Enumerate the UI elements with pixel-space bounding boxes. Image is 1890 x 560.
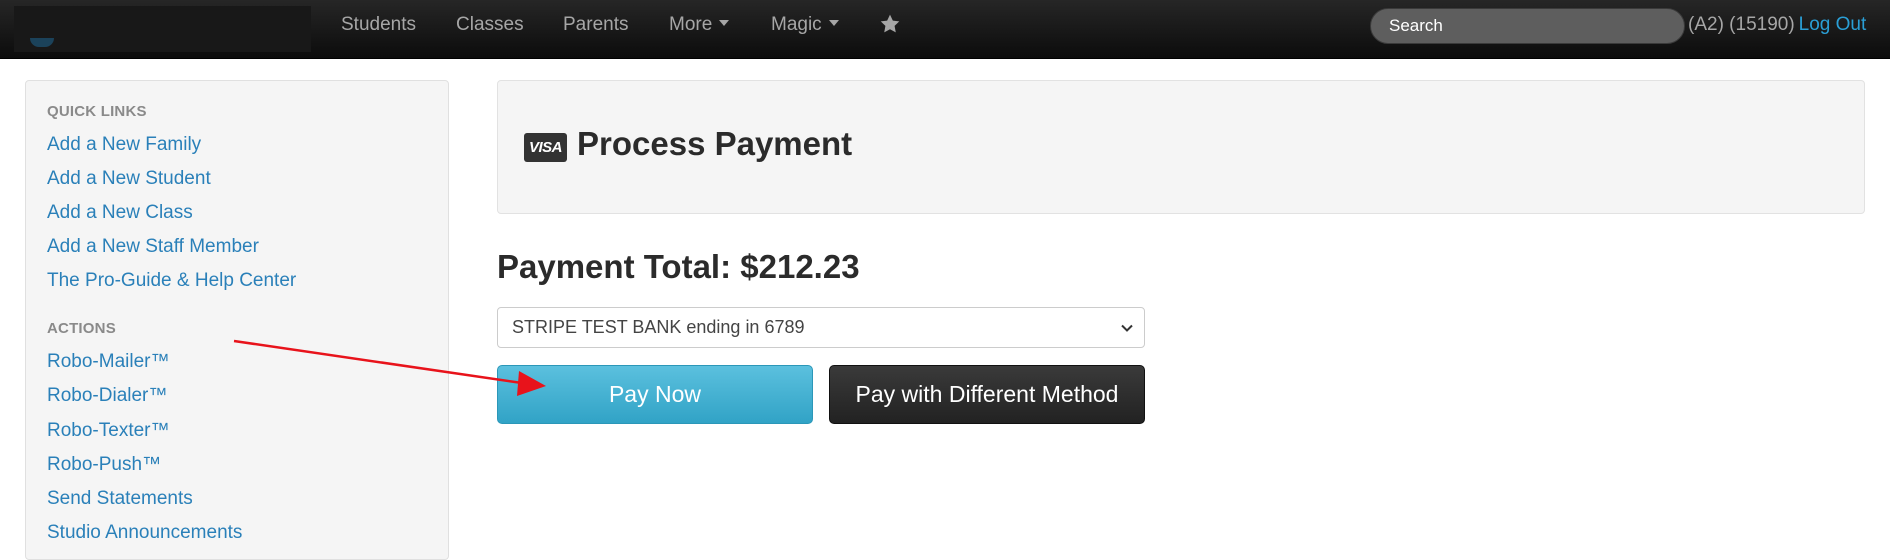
nav-more-label: More — [669, 14, 713, 35]
sidebar-link-robo-dialer[interactable]: Robo-Dialer™ — [47, 385, 167, 407]
sidebar-link-robo-push[interactable]: Robo-Push™ — [47, 454, 161, 476]
sidebar-link-send-statements[interactable]: Send Statements — [47, 488, 193, 510]
payment-method-select[interactable]: STRIPE TEST BANK ending in 6789 — [497, 307, 1145, 348]
quick-links-header: QUICK LINKS — [47, 103, 147, 120]
nav-classes[interactable]: Classes — [456, 0, 524, 50]
sidebar-link-robo-mailer[interactable]: Robo-Mailer™ — [47, 351, 169, 373]
caret-down-icon — [719, 19, 730, 26]
sidebar-link-pro-guide[interactable]: The Pro-Guide & Help Center — [47, 270, 296, 292]
visa-icon: VISA — [524, 133, 567, 162]
user-info: (A2) (15190) Log Out — [1688, 0, 1866, 50]
pay-different-method-button[interactable]: Pay with Different Method — [829, 365, 1145, 424]
nav-parents[interactable]: Parents — [563, 0, 628, 50]
sidebar-link-add-staff[interactable]: Add a New Staff Member — [47, 236, 259, 258]
nav-students[interactable]: Students — [341, 0, 416, 50]
nav-magic-label: Magic — [771, 14, 822, 35]
top-navbar: Students Classes Parents More Magic (A2)… — [0, 0, 1890, 59]
sidebar-link-robo-texter[interactable]: Robo-Texter™ — [47, 420, 170, 442]
page-title: Process Payment — [577, 125, 853, 162]
logout-link[interactable]: Log Out — [1799, 14, 1867, 35]
sidebar-link-add-student[interactable]: Add a New Student — [47, 168, 211, 190]
page-header-well: VISA Process Payment — [497, 80, 1865, 214]
search-input[interactable] — [1370, 8, 1685, 44]
sidebar-link-add-family[interactable]: Add a New Family — [47, 134, 201, 156]
sidebar: QUICK LINKS Add a New Family Add a New S… — [25, 80, 449, 560]
payment-total: Payment Total: $212.23 — [497, 248, 860, 285]
nav-more[interactable]: More — [669, 0, 730, 50]
pay-now-button[interactable]: Pay Now — [497, 365, 813, 424]
nav-magic[interactable]: Magic — [771, 0, 839, 50]
user-id-text: (A2) (15190) — [1688, 14, 1795, 35]
actions-header: ACTIONS — [47, 320, 116, 337]
logo-mark-icon — [30, 38, 54, 47]
chevron-down-icon — [1121, 324, 1133, 332]
sidebar-link-add-class[interactable]: Add a New Class — [47, 202, 193, 224]
caret-down-icon — [828, 19, 839, 26]
brand-logo[interactable] — [14, 6, 311, 52]
star-icon[interactable] — [879, 13, 901, 35]
payment-method-value: STRIPE TEST BANK ending in 6789 — [512, 317, 805, 337]
